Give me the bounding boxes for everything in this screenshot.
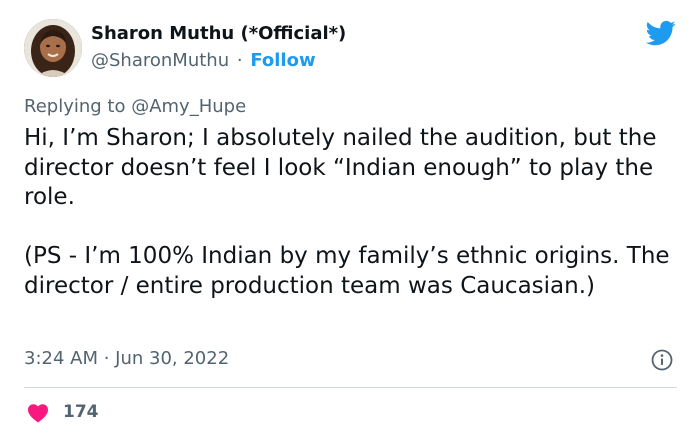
author-handle-line: @SharonMuthu · Follow <box>91 50 316 71</box>
author-handle[interactable]: @SharonMuthu <box>91 50 229 71</box>
reply-mention-link[interactable]: @Amy_Hupe <box>131 96 246 117</box>
info-icon[interactable] <box>651 349 673 371</box>
engagement-divider <box>24 387 677 388</box>
twitter-bird-icon[interactable] <box>645 18 677 48</box>
like-count: 174 <box>63 402 99 422</box>
avatar-image <box>24 19 82 77</box>
author-display-name[interactable]: Sharon Muthu (*Official*) <box>91 23 346 44</box>
tweet-timestamp[interactable]: 3:24 AM · Jun 30, 2022 <box>24 348 229 369</box>
heart-icon[interactable] <box>27 403 49 423</box>
tweet-card: Sharon Muthu (*Official*) @SharonMuthu ·… <box>0 0 700 441</box>
tweet-text: Hi, I’m Sharon; I absolutely nailed the … <box>24 125 670 299</box>
author-avatar[interactable] <box>24 19 82 77</box>
handle-separator: · <box>236 50 243 71</box>
replying-prefix: Replying to <box>24 96 132 117</box>
follow-button[interactable]: Follow <box>250 50 315 71</box>
replying-to: Replying to @Amy_Hupe <box>24 96 246 117</box>
